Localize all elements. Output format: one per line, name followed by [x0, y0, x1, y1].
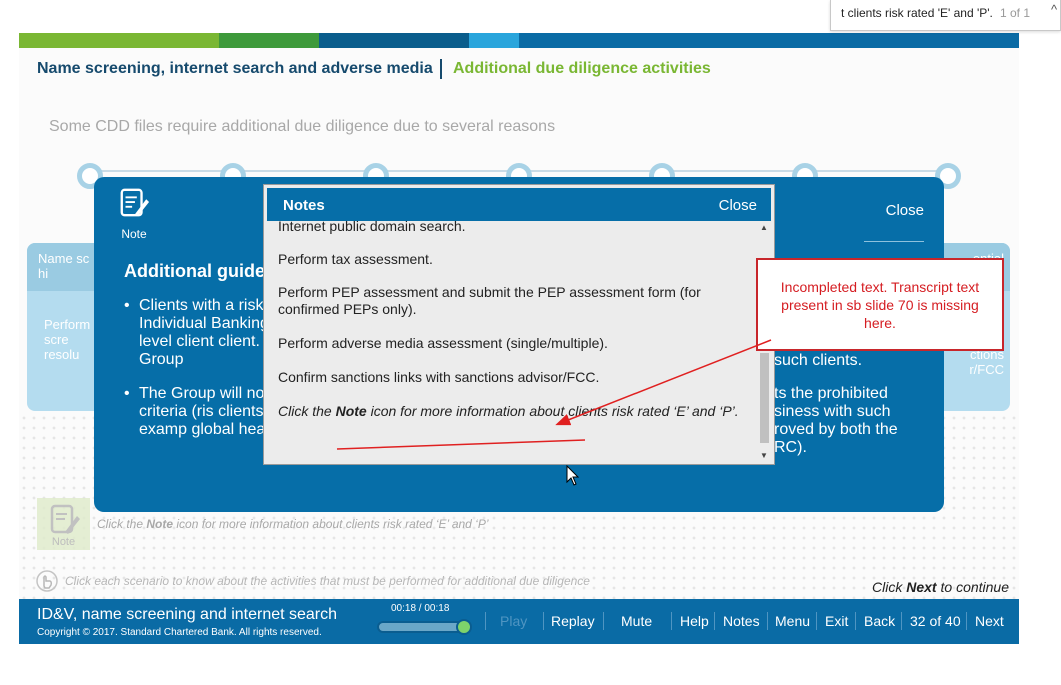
- notes-scroll-area[interactable]: Internet public domain search. Perform t…: [267, 221, 759, 461]
- scenario-hint: Click each scenario to know about the ac…: [65, 574, 590, 588]
- note-hint: Click the Note icon for more information…: [97, 517, 489, 531]
- notes-item: Perform adverse media assessment (single…: [278, 335, 608, 351]
- notes-item: Perform PEP assessment and submit the PE…: [278, 284, 701, 317]
- find-previous-icon[interactable]: ^: [1051, 2, 1057, 17]
- modal-note-label: Note: [121, 227, 147, 241]
- modal-close-button[interactable]: Close: [886, 202, 924, 219]
- menu-button[interactable]: Menu: [775, 613, 810, 629]
- nav-divider: [714, 612, 715, 630]
- modal-divider: [864, 241, 924, 242]
- color-stripe: [219, 33, 319, 48]
- help-button[interactable]: Help: [680, 613, 709, 629]
- nav-divider: [816, 612, 817, 630]
- modal-text-fragment: ts the prohibited siness with such roved…: [774, 385, 898, 456]
- nav-divider: [671, 612, 672, 630]
- scroll-up-icon[interactable]: ▲: [760, 223, 768, 232]
- modal-heading: Additional guide: [124, 261, 265, 281]
- nav-divider: [485, 612, 486, 630]
- slide-subtitle: Some CDD files require additional due di…: [49, 118, 556, 135]
- hand-pointer-icon: [36, 570, 58, 592]
- play-button[interactable]: Play: [500, 613, 527, 629]
- find-input[interactable]: t clients risk rated 'E' and 'P'.: [841, 6, 993, 20]
- notes-button[interactable]: Notes: [723, 613, 760, 629]
- breadcrumb-current: Additional due diligence activities: [453, 60, 711, 77]
- color-stripe: [469, 33, 519, 48]
- notes-header: Notes Close: [267, 188, 771, 221]
- course-title: ID&V, name screening and internet search: [37, 606, 338, 623]
- color-stripe: [319, 33, 469, 48]
- mouse-cursor-icon: [566, 465, 580, 486]
- modal-note-button[interactable]: Note: [114, 185, 154, 241]
- back-button[interactable]: Back: [864, 613, 895, 629]
- nav-divider: [855, 612, 856, 630]
- scroll-thumb[interactable]: [760, 353, 769, 443]
- notes-item: Internet public domain search.: [278, 221, 466, 234]
- note-button[interactable]: Note: [37, 498, 90, 550]
- page-counter: 32 of 40: [910, 613, 961, 629]
- copyright: Copyright © 2017. Standard Chartered Ban…: [37, 627, 322, 638]
- note-icon: [50, 504, 80, 534]
- notes-title: Notes: [283, 197, 325, 214]
- color-stripe: [519, 33, 1019, 48]
- scenario-card-header: Name sc hi: [27, 243, 95, 291]
- notes-item: Perform tax assessment.: [278, 251, 433, 267]
- notes-instruction: Click the Note icon for more information…: [278, 403, 739, 419]
- review-callout: Incompleted text. Transcript text presen…: [756, 258, 1004, 351]
- time-readout: 00:18 / 00:18: [391, 603, 450, 614]
- next-button[interactable]: Next: [975, 613, 1004, 629]
- notes-close-button[interactable]: Close: [719, 197, 757, 214]
- mute-button[interactable]: Mute: [621, 613, 652, 629]
- nav-divider: [603, 612, 604, 630]
- seek-handle[interactable]: [456, 619, 472, 635]
- nav-divider: [901, 612, 902, 630]
- continue-hint: Click Next to continue: [872, 579, 1009, 595]
- note-button-label: Note: [51, 536, 76, 548]
- scenario-card-body: Perform scre resolu: [44, 317, 91, 362]
- browser-find-bar: t clients risk rated 'E' and 'P'. 1 of 1…: [830, 0, 1061, 31]
- exit-button[interactable]: Exit: [825, 613, 848, 629]
- screen: Name screening, internet search and adve…: [0, 0, 1061, 685]
- nav-divider: [767, 612, 768, 630]
- note-icon: [120, 188, 150, 217]
- breadcrumb-divider: [440, 59, 442, 79]
- scroll-down-icon[interactable]: ▼: [760, 451, 768, 460]
- nav-divider: [966, 612, 967, 630]
- color-stripe: [19, 33, 219, 48]
- find-match-count: 1 of 1: [1000, 6, 1031, 20]
- breadcrumb-section: Name screening, internet search and adve…: [37, 60, 433, 77]
- player-footer: ID&V, name screening and internet search…: [19, 599, 1019, 644]
- nav-divider: [543, 612, 544, 630]
- replay-button[interactable]: Replay: [551, 613, 595, 629]
- modal-text-fragment: such clients.: [774, 352, 863, 369]
- notes-item: Confirm sanctions links with sanctions a…: [278, 369, 600, 385]
- scenario-card-left[interactable]: Name sc hi Perform scre resolu: [27, 243, 95, 411]
- notes-panel: Notes Close Internet public domain searc…: [263, 184, 775, 465]
